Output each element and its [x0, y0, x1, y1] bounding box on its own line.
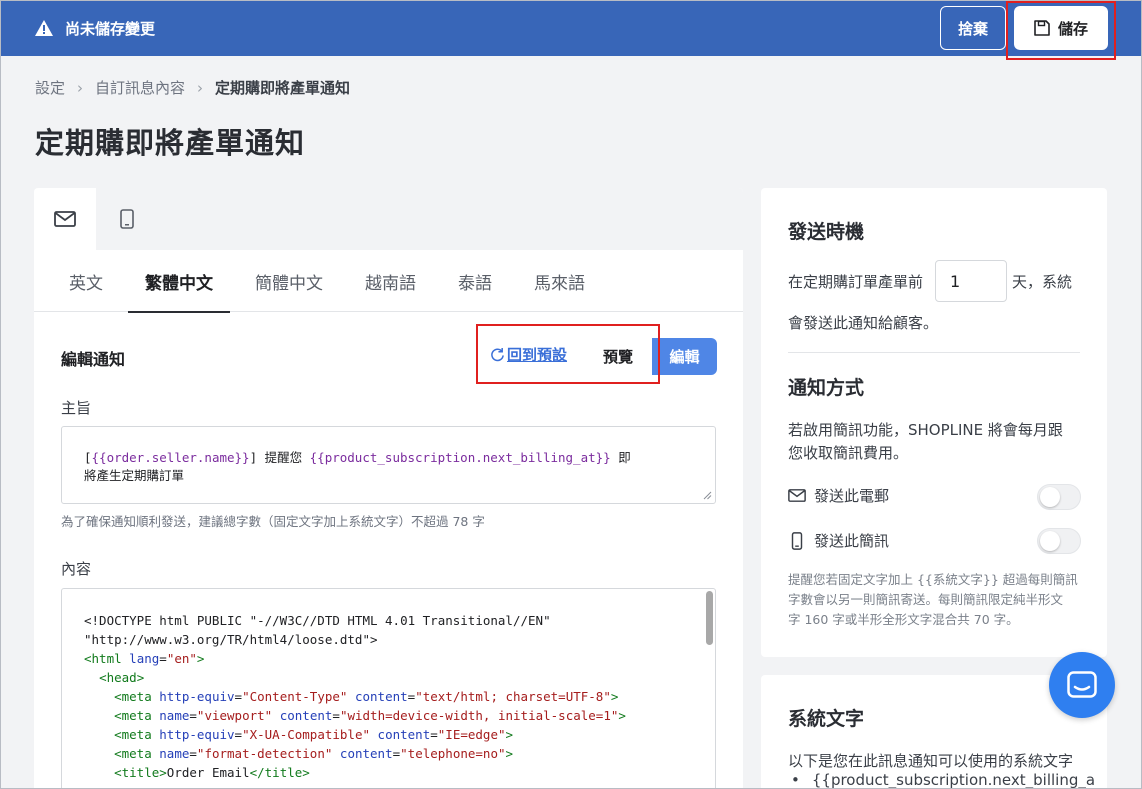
breadcrumb-custom-messages[interactable]: 自訂訊息內容: [95, 77, 185, 98]
unsaved-warning: 尚未儲存變更: [35, 18, 155, 39]
tab-simplified-chinese[interactable]: 簡體中文: [238, 250, 340, 312]
edit-notification-heading: 編輯通知: [61, 350, 126, 369]
mail-icon: [788, 489, 806, 502]
send-email-toggle[interactable]: [1037, 484, 1081, 510]
code-line: <head>: [99, 670, 145, 685]
highlight-box-preview: [476, 324, 660, 384]
code-line: <meta name="format-detection" content="t…: [114, 746, 514, 761]
send-sms-option: 發送此簡訊: [788, 530, 889, 551]
code-line: <title>Order Email</title>: [114, 765, 310, 780]
system-variable[interactable]: {{product_subscription.next_billing_a: [812, 771, 1095, 789]
content-code-editor[interactable]: <!DOCTYPE html PUBLIC "-//W3C//DTD HTML …: [61, 588, 716, 789]
tab-sms[interactable]: [96, 188, 158, 250]
highlight-box-save: [1006, 1, 1116, 60]
timing-title: 發送時機: [788, 221, 865, 243]
code-line: <meta http-equiv="Content-Type" content=…: [114, 689, 619, 704]
sms-note-line: 提醒您若固定文字加上 {{系統文字}} 超過每則簡訊: [788, 572, 1078, 587]
sms-note-line: 字 160 字或半形全形文字混合共 70 字。: [788, 612, 1019, 627]
channel-tabs: [34, 188, 743, 250]
notify-desc-1: 若啟用簡訊功能，SHOPLINE 將會每月跟: [788, 421, 1063, 439]
code-line: <!DOCTYPE html PUBLIC "-//W3C//DTD HTML …: [84, 613, 551, 628]
list-item: • {{product_subscription.next_billing_a: [791, 771, 1096, 789]
page-title: 定期購即將產單通知: [35, 126, 306, 160]
language-tabs: 英文 繁體中文 簡體中文 越南語 泰語 馬來語: [34, 250, 743, 313]
top-bar: 尚未儲存變更 捨棄 儲存: [0, 0, 1142, 56]
tab-traditional-chinese[interactable]: 繁體中文: [128, 250, 230, 313]
code-scrollbar[interactable]: [706, 591, 713, 645]
code-line: <html lang="en">: [84, 651, 205, 666]
unsaved-text: 尚未儲存變更: [65, 19, 156, 38]
send-sms-toggle[interactable]: [1037, 528, 1081, 554]
notify-desc-2: 您收取簡訊費用。: [788, 444, 909, 462]
mail-icon: [54, 211, 76, 227]
sms-note: 提醒您若固定文字加上 {{系統文字}} 超過每則簡訊 字數會以另一則簡訊寄送。每…: [788, 570, 1084, 630]
breadcrumb: 設定 › 自訂訊息內容 › 定期購即將產單通知: [35, 77, 350, 98]
chevron-right-icon: ›: [197, 78, 204, 97]
tab-malay[interactable]: 馬來語: [517, 250, 602, 312]
tab-vietnamese[interactable]: 越南語: [348, 250, 433, 312]
chat-launcher-button[interactable]: [1049, 652, 1115, 718]
send-sms-label: 發送此簡訊: [814, 532, 890, 550]
chat-icon: [1067, 671, 1097, 698]
tab-english[interactable]: 英文: [52, 250, 120, 312]
days-input[interactable]: 1: [935, 260, 1007, 302]
notification-editor-card: 英文 繁體中文 簡體中文 越南語 泰語 馬來語 編輯通知 回到預設 預覽 編輯 …: [34, 188, 743, 789]
system-text-desc: 以下是您在此訊息通知可以使用的系統文字: [788, 752, 1074, 770]
chevron-right-icon: ›: [77, 78, 84, 97]
tab-email[interactable]: [34, 188, 96, 250]
discard-button[interactable]: 捨棄: [940, 6, 1006, 50]
notify-title: 通知方式: [788, 377, 865, 399]
warning-icon: [35, 20, 53, 36]
timing-suffix: 天，系統: [1012, 273, 1073, 291]
tab-thai[interactable]: 泰語: [441, 250, 509, 312]
subject-line-1: [{{order.seller.name}}] 提醒您 {{product_su…: [84, 450, 631, 465]
subject-textarea[interactable]: [{{order.seller.name}}] 提醒您 {{product_su…: [61, 426, 716, 504]
breadcrumb-current: 定期購即將產單通知: [215, 79, 351, 97]
send-email-label: 發送此電郵: [814, 487, 890, 505]
sms-note-line: 字數會以另一則簡訊寄送。每則簡訊限定純半形文: [788, 592, 1064, 607]
subject-label: 主旨: [61, 399, 92, 417]
resize-handle-icon[interactable]: [703, 491, 712, 500]
subject-hint: 為了確保通知順利發送，建議總字數（固定文字加上系統文字）不超過 78 字: [61, 514, 485, 529]
subject-line-2: 將產生定期購訂單: [84, 468, 185, 483]
code-line: <meta name="viewport" content="width=dev…: [114, 708, 626, 723]
code-line: <meta http-equiv="X-UA-Compatible" conte…: [114, 727, 514, 742]
system-text-title: 系統文字: [788, 708, 865, 730]
timing-prefix: 在定期購訂單產單前: [788, 273, 924, 291]
edit-button[interactable]: 編輯: [652, 338, 717, 375]
divider: [788, 352, 1080, 353]
send-email-option: 發送此電郵: [788, 485, 889, 506]
timing-line2: 會發送此通知給顧客。: [788, 314, 939, 332]
breadcrumb-settings[interactable]: 設定: [35, 77, 65, 98]
settings-card: 發送時機 在定期購訂單產單前 1 天，系統 會發送此通知給顧客。 通知方式 若啟…: [761, 188, 1107, 657]
mobile-icon: [120, 209, 134, 229]
mobile-icon: [791, 531, 803, 550]
code-line: "http://www.w3.org/TR/html4/loose.dtd">: [84, 632, 378, 647]
content-label: 內容: [61, 560, 92, 578]
